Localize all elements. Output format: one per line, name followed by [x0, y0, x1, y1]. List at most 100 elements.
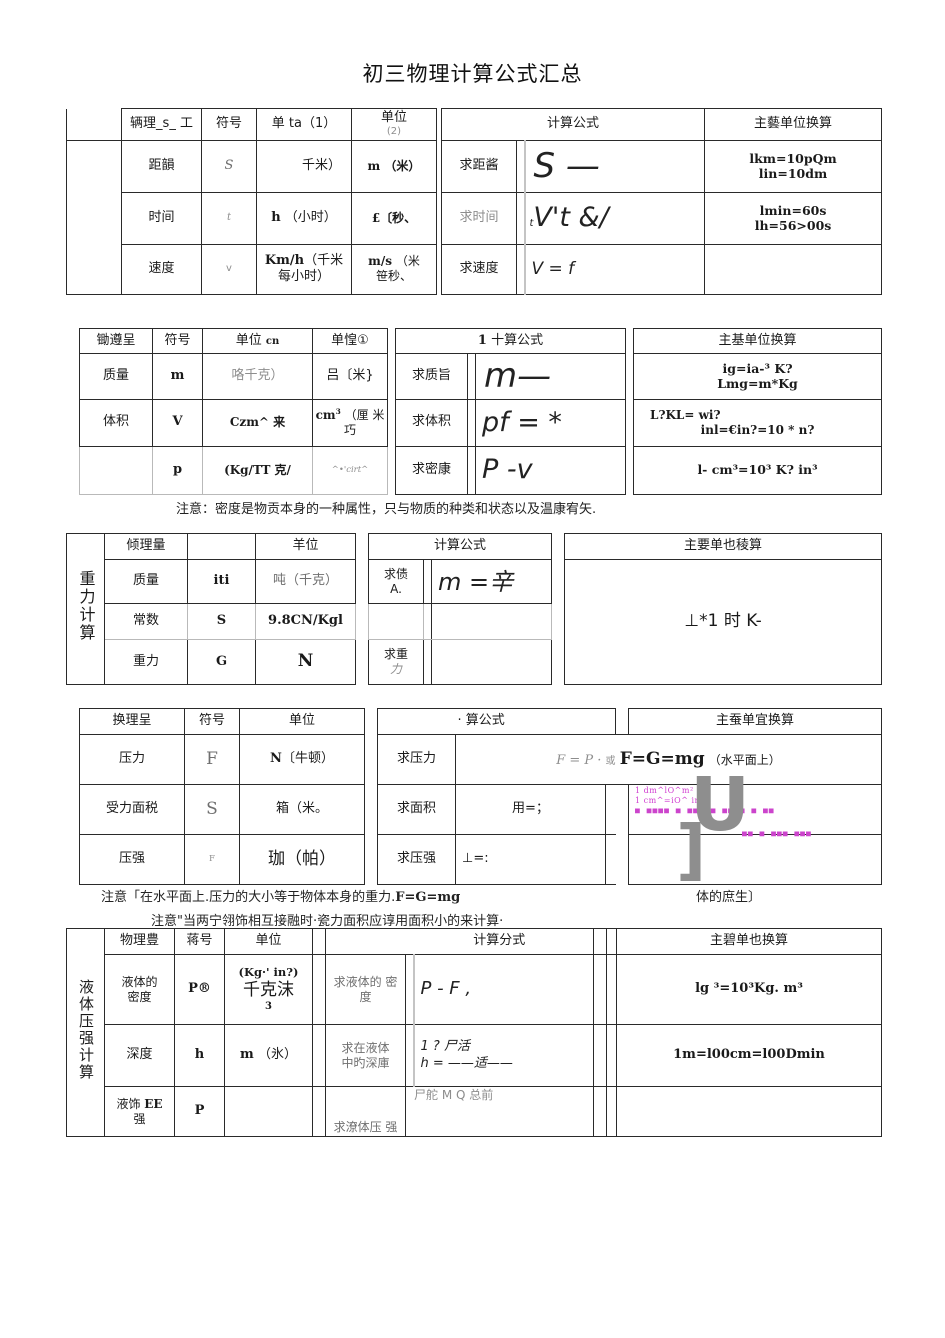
- table-gutter: [606, 1086, 618, 1137]
- cell-quantity: 质量: [79, 353, 153, 400]
- cell-formula-line2: h = ——适——: [420, 1055, 513, 1071]
- cell-symbol: P: [174, 1086, 225, 1137]
- cell-formula: m =辛: [430, 559, 553, 604]
- table-row: 重力计算 倾理量 羊位 计算公式 主要单也稜算: [66, 533, 883, 685]
- formula-bold: F=G=mg: [619, 748, 705, 769]
- table-gutter: [552, 640, 565, 685]
- cell-conversion: lmin=60s lh=56>00s: [704, 191, 883, 245]
- cell-unit-line2: 千克沫: [243, 979, 294, 1000]
- cell-unit: 珈（帕）: [239, 834, 365, 885]
- cell-formula: 用=；: [455, 784, 606, 835]
- cell-symbol: iti: [187, 559, 256, 604]
- formula-rule: [405, 1024, 415, 1087]
- formula-rule: [605, 834, 616, 885]
- table-row: 质量 iti 吨（千克） 求债 A. m =辛 ⊥*1 时 K-: [67, 559, 883, 685]
- header-symbol: 蒋号: [174, 928, 225, 955]
- cell-task: 求速度: [441, 243, 517, 295]
- cell-quantity: 液体的 密度: [104, 954, 175, 1025]
- cell-formula: tV't &/: [523, 191, 706, 245]
- cell-unit: 吨（千克）: [255, 559, 356, 604]
- table-row: 换理呈 符号 单位 · 算公式 主蚕单宜换算: [79, 708, 882, 735]
- cell-conversion: L?KL= wi? inl=€in?=10 * n?: [633, 398, 883, 447]
- header-formula-pad: [377, 708, 456, 735]
- cell-unit: (Kg·' in?) 千克沫 3: [224, 954, 313, 1025]
- table-gutter: [616, 835, 629, 885]
- header-unit: 单位: [224, 928, 313, 955]
- table-gutter: [616, 785, 629, 835]
- cell-quantity: 深度: [104, 1024, 175, 1087]
- formula-rule: [467, 398, 476, 447]
- note-pressure-1-text: 注意「在水平面上.压力的大小等于物体本身的重力.: [101, 890, 396, 905]
- table-gutter: [388, 329, 396, 354]
- scan-artifact-blocks-lower: ■■ ■ ■■■ ■■■: [742, 829, 812, 838]
- side-label-gravity: 重力计算: [66, 533, 105, 685]
- cell-unit-line3: 3: [265, 1001, 272, 1013]
- cell-unit1-line2: 每小时）: [277, 269, 330, 285]
- cell-task: 求液体的 密 度: [325, 954, 406, 1025]
- cell-unit1: (Kg/TT 克/: [202, 445, 313, 495]
- cell-formula: P - F ,: [412, 954, 595, 1025]
- cell-symbol: V: [152, 398, 203, 447]
- formula-rule: [405, 954, 415, 1025]
- cell-unit2: m/s （米 笹秒、: [351, 243, 437, 295]
- table-speed: 辆理_s_ 工 符号 单 ta（1） 单位 (2) 计算公式 主藝单位换算 距韻…: [66, 108, 883, 295]
- cell-task-line1: 求债: [383, 566, 408, 581]
- cell-task: 求潦体压 强: [325, 1086, 406, 1137]
- conversion-line: 1 dm^lO^m²: [635, 786, 694, 795]
- table-gutter: [626, 354, 634, 400]
- formula-italic: F = P ·: [556, 752, 602, 768]
- cell-conversion: [628, 834, 882, 885]
- cell-task-line1: 求重: [383, 647, 408, 661]
- cell-unit1: Km/h（千米 每小时）: [256, 243, 352, 295]
- cell-quantity: 常数: [104, 603, 188, 640]
- document-page: 初三物理计算公式汇总 辆理_s_ 工 符号 单 ta（1） 单位 (2) 计算公…: [0, 0, 945, 1338]
- cell-formula-line1: 1 ? 尸活: [420, 1039, 470, 1055]
- cell-symbol: t: [201, 191, 257, 245]
- cell-task-line2: A.: [390, 581, 402, 596]
- header-unit: 单位: [239, 708, 365, 735]
- cell-quantity: 体积: [79, 398, 153, 447]
- cell-unit2: cm3 （厘 米 巧: [312, 398, 388, 447]
- header-unit2-line1: 单位: [380, 110, 407, 125]
- cell-unit-line1: (Kg·' in?): [238, 965, 299, 980]
- conversion-line: L?KL= wi?: [650, 407, 721, 422]
- cell-conversion: ig=ia-³ K? Lmg=m*Kg: [633, 353, 883, 400]
- cell-quantity-line2: 强: [133, 1111, 146, 1126]
- cell-formula: S —: [523, 139, 706, 193]
- header-formula: 计算公式: [367, 533, 553, 560]
- table-row: 压力 F N〔牛顿） 求压力 F = P · 或 F=G=mg （水平面上）: [79, 734, 882, 785]
- cell-conversion: lkm=10pQm lin=10dm: [704, 139, 883, 193]
- cell-task: 求面积: [377, 784, 456, 835]
- cell-conversion: [616, 1086, 883, 1137]
- table-gutter: [312, 1086, 326, 1137]
- cell-formula: ⊥=:: [455, 834, 606, 885]
- cell-conversion: lg ³=10³Kg. m³: [616, 954, 883, 1025]
- header-symbol: 符号: [184, 708, 240, 735]
- header-conversion: 主碧单也换算: [616, 928, 883, 955]
- header-conversion: 主蚕单宜换算: [628, 708, 882, 735]
- side-label-liquid: 液体压强计算: [66, 928, 105, 1137]
- header-task-pad: [325, 928, 406, 955]
- table-gutter: [365, 785, 378, 835]
- table-gutter: [365, 709, 378, 735]
- cell-unit: [224, 1086, 313, 1137]
- cell-quantity: 距韻: [121, 139, 202, 193]
- cell-formula: P -v: [474, 445, 627, 495]
- cell-conversion: 1 dm^lO^m² 1 cm^=iO^ in® ■ ■■■■ ■ ■■■■■ …: [628, 784, 882, 835]
- note-pressure-2: 注意"当两宁翎饰相互接融时·瓷力面积应谆用面积小的来计算·: [151, 914, 504, 929]
- table-gutter: [356, 534, 369, 560]
- conversion-line: Lmg=m*Kg: [717, 376, 798, 392]
- header-quantity: 换理呈: [79, 708, 185, 735]
- formula-rule: [516, 243, 526, 295]
- cell-unit1: h （小时）: [256, 191, 352, 245]
- conversion-line: lkm=10pQm: [749, 150, 837, 166]
- spacer-cell: [66, 140, 122, 193]
- table-row: 深度 h m （氷） 求在液体 中旳深庫 1 ? 尸活 h = ——适—— 1m…: [67, 1024, 883, 1087]
- cell-task: 求在液体 中旳深庫: [325, 1024, 406, 1087]
- table-gutter: [606, 954, 618, 1025]
- cell-symbol: P®: [174, 954, 225, 1025]
- table-row: 速度 v Km/h（千米 每小时） m/s （米 笹秒、 求速度 V = f: [66, 243, 883, 295]
- formula-rule: [423, 603, 432, 640]
- cell-symbol: S: [187, 603, 256, 640]
- formula-body: V't &/: [533, 202, 609, 234]
